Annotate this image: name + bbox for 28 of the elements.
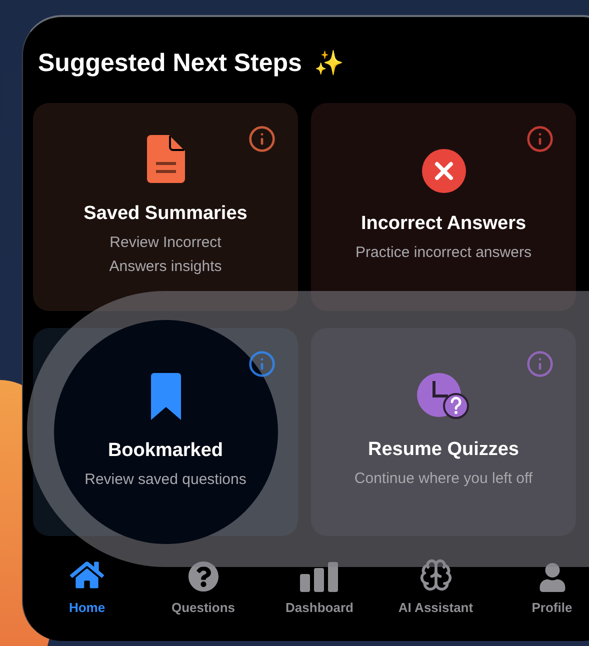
info-icon[interactable] [248,350,276,378]
card-subtitle: Review saved questions [84,470,246,490]
sparkles-icon: ✨ [314,49,344,78]
close-circle-icon [422,149,466,193]
card-subtitle: Continue where you left off [354,469,533,489]
clock-question-icon [416,373,470,419]
suggestion-card[interactable]: Incorrect Answers Practice incorrect answers [311,103,576,311]
card-title: Incorrect Answers [360,213,526,235]
suggestion-card[interactable]: Saved Summaries Review Incorrect Answers insights [33,103,298,311]
tab-bar-item[interactable]: Home [47,558,127,615]
card-title: Bookmarked [108,440,224,462]
brain-icon [418,558,453,592]
document-icon [146,135,184,183]
card-title: Resume Quizzes [368,439,519,461]
bookmark-icon [150,372,180,420]
info-icon[interactable] [526,125,554,153]
tab-bar-item[interactable]: Dashboard [280,558,360,615]
card-title: Saved Summaries [84,203,248,225]
tab-bar-item[interactable]: AI Assistant [396,558,476,615]
info-icon[interactable] [248,125,276,153]
tab-bar-item[interactable]: Questions [163,558,244,615]
tab-bar-item[interactable]: Profile [512,558,589,615]
person-icon [538,563,566,592]
section-title: Suggested Next Steps [38,49,302,78]
card-subtitle: Practice incorrect answers [356,243,532,263]
suggestion-card[interactable]: Resume Quizzes Continue where you left off [311,328,576,536]
bar-chart-icon [300,562,340,592]
card-subtitle: Review Incorrect Answers insights [108,233,223,277]
